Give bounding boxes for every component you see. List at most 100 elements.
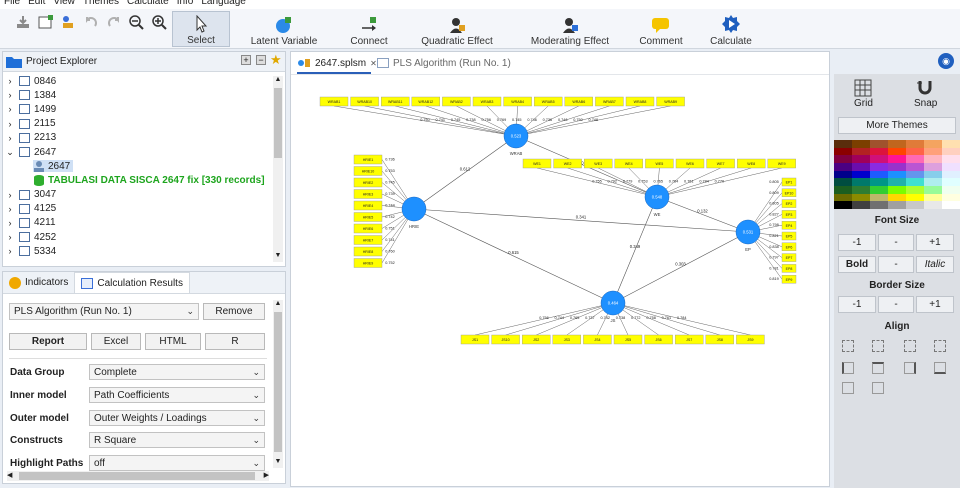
calc-scrollbar[interactable]: ▲ ▼ (273, 300, 283, 468)
font-size-reset-button[interactable]: - (878, 234, 914, 251)
tab-calculation-results[interactable]: Calculation Results (74, 272, 190, 293)
chevron-right-icon[interactable]: › (3, 104, 17, 114)
collapse-all-icon[interactable]: − (256, 55, 266, 65)
color-swatch[interactable] (870, 193, 888, 202)
tree-item-4252[interactable]: › 4252 (3, 230, 271, 244)
color-swatch[interactable] (834, 155, 852, 163)
border-reset-button[interactable]: - (878, 296, 914, 313)
scroll-up-icon[interactable]: ▲ (273, 76, 283, 86)
star-icon[interactable]: ★ (270, 53, 282, 67)
calculate-button[interactable]: Calculate (708, 11, 754, 47)
color-swatch[interactable] (870, 185, 888, 194)
color-swatch[interactable] (924, 140, 942, 148)
chevron-right-icon[interactable]: › (3, 190, 17, 200)
color-swatch[interactable] (852, 193, 870, 202)
color-swatch[interactable] (906, 162, 924, 171)
tree-item-4211[interactable]: › 4211 (3, 216, 271, 230)
scroll-down-icon[interactable]: ▼ (273, 252, 283, 262)
chevron-right-icon[interactable]: › (3, 90, 17, 100)
tree-item-2647-model[interactable]: 2647 (3, 159, 271, 173)
close-icon[interactable]: ✕ (370, 59, 377, 68)
color-swatch[interactable] (888, 155, 906, 163)
scroll-up-icon[interactable]: ▲ (273, 300, 283, 310)
distribute-vertical-icon[interactable] (872, 382, 884, 394)
color-swatch[interactable] (942, 147, 960, 156)
color-swatch[interactable] (906, 178, 924, 186)
color-swatch[interactable] (852, 185, 870, 194)
color-swatch[interactable] (834, 193, 852, 202)
chevron-right-icon[interactable]: › (3, 246, 17, 256)
color-swatch[interactable] (852, 178, 870, 186)
italic-button[interactable]: Italic (916, 256, 954, 273)
align-bottom-icon[interactable] (904, 340, 916, 352)
border-decrease-button[interactable]: -1 (838, 296, 876, 313)
tree-item-2213[interactable]: › 2213 (3, 131, 271, 145)
scrollbar-thumb[interactable] (19, 472, 255, 480)
constructs-select[interactable]: R Square ⌄ (89, 432, 265, 448)
color-swatch[interactable] (834, 140, 852, 148)
bold-button[interactable]: Bold (838, 256, 876, 273)
tab-model-file[interactable]: 2647.splsm ✕ (297, 52, 377, 74)
tab-algorithm-results[interactable]: PLS Algorithm (Run No. 1) (377, 52, 511, 74)
color-swatch[interactable] (888, 140, 906, 148)
new-group-icon[interactable] (59, 13, 77, 31)
scrollbar-thumb[interactable] (274, 312, 282, 452)
color-swatch[interactable] (834, 178, 852, 186)
tab-indicators[interactable]: Indicators (3, 272, 74, 293)
zoom-in-icon[interactable] (150, 13, 168, 31)
html-button[interactable]: HTML (145, 333, 201, 350)
color-swatch[interactable] (906, 201, 924, 209)
tree-item-dataset[interactable]: TABULASI DATA SISCA 2647 fix [330 record… (3, 173, 271, 187)
color-swatch[interactable] (888, 178, 906, 186)
scroll-right-icon[interactable]: ▶ (264, 471, 269, 479)
highlight-paths-select[interactable]: off ⌄ (89, 455, 265, 471)
zoom-out-icon[interactable] (127, 13, 145, 31)
latent-variable-button[interactable]: Latent Variable (250, 11, 318, 47)
moderating-effect-button[interactable]: Moderating Effect (530, 11, 610, 47)
color-swatch[interactable] (942, 162, 960, 171)
chevron-right-icon[interactable]: › (3, 232, 17, 242)
color-swatch[interactable] (870, 170, 888, 179)
tree-item-2647[interactable]: ⌄ 2647 (3, 145, 271, 159)
color-swatch[interactable] (924, 178, 942, 186)
import-icon[interactable] (14, 13, 32, 31)
scroll-down-icon[interactable]: ▼ (273, 458, 283, 468)
color-swatch[interactable] (906, 155, 924, 163)
color-swatch[interactable] (834, 162, 852, 171)
chevron-right-icon[interactable]: › (3, 218, 17, 228)
scroll-left-icon[interactable]: ◀ (7, 471, 12, 479)
color-swatch[interactable] (888, 147, 906, 156)
align-left-edge-icon[interactable] (842, 362, 854, 374)
data-group-select[interactable]: Complete ⌄ (89, 364, 265, 380)
font-size-decrease-button[interactable]: -1 (838, 234, 876, 251)
run-select[interactable]: PLS Algorithm (Run No. 1) ⌄ (9, 303, 199, 320)
menu-info[interactable]: Info (173, 0, 198, 9)
align-top-icon[interactable] (842, 340, 854, 352)
excel-button[interactable]: Excel (91, 333, 141, 350)
font-style-reset-button[interactable]: - (878, 256, 914, 273)
color-swatch[interactable] (924, 193, 942, 202)
color-swatch[interactable] (942, 155, 960, 163)
color-swatch[interactable] (834, 170, 852, 179)
inner-model-select[interactable]: Path Coefficients ⌄ (89, 387, 265, 403)
align-right-icon[interactable] (934, 340, 946, 352)
color-swatch[interactable] (888, 201, 906, 209)
chevron-down-icon[interactable]: ⌄ (3, 147, 17, 158)
chevron-right-icon[interactable]: › (3, 133, 17, 143)
calc-hscrollbar[interactable]: ◀ ▶ (7, 471, 269, 481)
color-swatch[interactable] (906, 147, 924, 156)
themes-palette-icon[interactable]: ◉ (938, 53, 954, 69)
scrollbar-thumb[interactable] (274, 88, 282, 158)
color-swatch[interactable] (924, 170, 942, 179)
color-swatch[interactable] (942, 178, 960, 186)
snap-toggle[interactable] (914, 79, 936, 100)
redo-icon[interactable] (105, 13, 123, 31)
color-swatch[interactable] (870, 201, 888, 209)
chevron-right-icon[interactable]: › (3, 119, 17, 129)
color-swatch[interactable] (942, 201, 960, 209)
color-swatch[interactable] (834, 201, 852, 209)
color-swatch[interactable] (888, 193, 906, 202)
undo-icon[interactable] (82, 13, 100, 31)
grid-toggle[interactable] (852, 79, 874, 100)
color-swatch[interactable] (870, 178, 888, 186)
